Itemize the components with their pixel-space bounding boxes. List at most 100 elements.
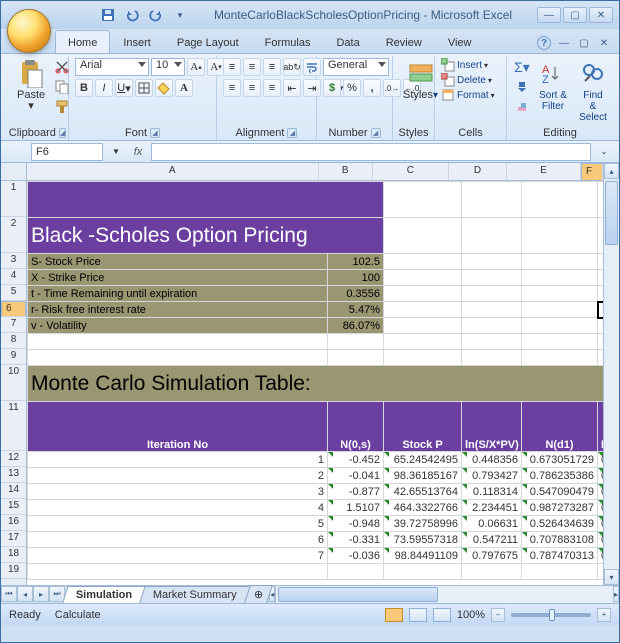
- fill-color-button[interactable]: [155, 79, 173, 97]
- percent-format-button[interactable]: %: [343, 79, 361, 97]
- tab-review[interactable]: Review: [373, 30, 435, 53]
- row-header[interactable]: 15: [1, 499, 26, 515]
- fx-icon[interactable]: fx: [129, 143, 147, 161]
- close-workbook-icon[interactable]: ✕: [597, 36, 611, 50]
- italic-button[interactable]: I: [95, 79, 113, 97]
- zoom-slider[interactable]: [511, 613, 591, 617]
- insert-cells-button[interactable]: Insert▾: [441, 58, 495, 72]
- view-normal-button[interactable]: [385, 608, 403, 622]
- orientation-button[interactable]: ab↻: [283, 58, 301, 76]
- maximize-button[interactable]: ▢: [563, 7, 587, 23]
- clipboard-dialog-launcher[interactable]: ◢: [59, 128, 66, 138]
- font-name-selector[interactable]: Arial: [75, 58, 149, 76]
- decrease-indent-button[interactable]: ⇤: [283, 79, 301, 97]
- row-header[interactable]: 14: [1, 483, 26, 499]
- tab-insert[interactable]: Insert: [110, 30, 164, 53]
- namebox-dropdown[interactable]: ▼: [107, 143, 125, 161]
- sort-filter-button[interactable]: AZ Sort & Filter: [535, 58, 571, 114]
- view-page-layout-button[interactable]: [409, 608, 427, 622]
- number-dialog-launcher[interactable]: ◢: [371, 128, 381, 138]
- align-middle-button[interactable]: ≡: [243, 58, 261, 76]
- accounting-format-button[interactable]: $: [323, 79, 341, 97]
- column-header[interactable]: F: [581, 163, 603, 181]
- number-format-selector[interactable]: General: [323, 58, 389, 76]
- minimize-ribbon-icon[interactable]: —: [557, 36, 571, 50]
- scroll-up-button[interactable]: ▴: [604, 163, 619, 179]
- font-color-button[interactable]: A: [175, 79, 193, 97]
- column-header[interactable]: A: [27, 163, 319, 180]
- row-header[interactable]: 17: [1, 531, 26, 547]
- align-center-button[interactable]: ≡: [243, 79, 261, 97]
- restore-workbook-icon[interactable]: ▢: [577, 36, 591, 50]
- column-header[interactable]: C: [373, 163, 449, 180]
- align-top-button[interactable]: ≡: [223, 58, 241, 76]
- grow-font-button[interactable]: A▴: [187, 58, 205, 76]
- vertical-scrollbar[interactable]: ▴ ▾: [603, 163, 619, 585]
- row-header[interactable]: 10: [1, 365, 26, 401]
- underline-button[interactable]: U▾: [115, 79, 133, 97]
- tab-data[interactable]: Data: [323, 30, 372, 53]
- name-box[interactable]: [31, 143, 103, 161]
- redo-icon[interactable]: [147, 6, 165, 24]
- alignment-dialog-launcher[interactable]: ◢: [287, 128, 297, 138]
- row-header[interactable]: 5: [1, 285, 26, 301]
- paste-button[interactable]: Paste ▾: [13, 58, 49, 114]
- tab-home[interactable]: Home: [55, 30, 110, 53]
- column-header[interactable]: D: [449, 163, 507, 180]
- undo-icon[interactable]: [123, 6, 141, 24]
- row-header[interactable]: 2: [1, 217, 26, 253]
- row-header[interactable]: 6: [1, 301, 26, 317]
- border-button[interactable]: [135, 79, 153, 97]
- select-all-corner[interactable]: [1, 163, 26, 181]
- scroll-thumb[interactable]: [605, 181, 618, 245]
- row-header[interactable]: 9: [1, 349, 26, 365]
- sheet-tab-simulation[interactable]: Simulation: [62, 586, 146, 603]
- format-cells-button[interactable]: Format▾: [441, 88, 495, 102]
- minimize-button[interactable]: —: [537, 7, 561, 23]
- qat-customize-icon[interactable]: ▾: [171, 6, 189, 24]
- row-header[interactable]: 1: [1, 181, 26, 217]
- tab-page-layout[interactable]: Page Layout: [164, 30, 252, 53]
- row-header[interactable]: 7: [1, 317, 26, 333]
- row-header[interactable]: 13: [1, 467, 26, 483]
- tab-view[interactable]: View: [435, 30, 485, 53]
- tab-first-button[interactable]: ⏮: [1, 586, 17, 602]
- bold-button[interactable]: B: [75, 79, 93, 97]
- zoom-out-button[interactable]: −: [491, 608, 505, 622]
- column-header[interactable]: E: [507, 163, 581, 180]
- row-header[interactable]: 3: [1, 253, 26, 269]
- clear-button[interactable]: [513, 98, 531, 116]
- row-header[interactable]: 8: [1, 333, 26, 349]
- align-bottom-button[interactable]: ≡: [263, 58, 281, 76]
- row-header[interactable]: 19: [1, 563, 26, 579]
- scroll-down-button[interactable]: ▾: [604, 569, 619, 585]
- tab-formulas[interactable]: Formulas: [252, 30, 324, 53]
- zoom-in-button[interactable]: +: [597, 608, 611, 622]
- column-header[interactable]: B: [319, 163, 373, 180]
- row-header[interactable]: 11: [1, 401, 26, 451]
- delete-cells-button[interactable]: Delete▾: [441, 73, 495, 87]
- cells-table[interactable]: Black -Scholes Option Pricing S- Stock P…: [27, 181, 603, 580]
- row-header[interactable]: 16: [1, 515, 26, 531]
- save-icon[interactable]: [99, 6, 117, 24]
- help-icon[interactable]: ?: [537, 36, 551, 50]
- align-right-button[interactable]: ≡: [263, 79, 281, 97]
- row-header[interactable]: 18: [1, 547, 26, 563]
- close-button[interactable]: ✕: [589, 7, 613, 23]
- autosum-button[interactable]: Σ▾: [513, 58, 531, 76]
- view-page-break-button[interactable]: [433, 608, 451, 622]
- align-left-button[interactable]: ≡: [223, 79, 241, 97]
- hscroll-thumb[interactable]: [278, 587, 438, 602]
- row-header[interactable]: 4: [1, 269, 26, 285]
- zoom-knob[interactable]: [549, 609, 555, 621]
- comma-format-button[interactable]: ,: [363, 79, 381, 97]
- office-button[interactable]: [7, 9, 51, 53]
- sheet-tab-market-summary[interactable]: Market Summary: [139, 586, 250, 603]
- formula-input[interactable]: [151, 143, 591, 161]
- tab-next-button[interactable]: ▸: [33, 586, 49, 602]
- font-dialog-launcher[interactable]: ◢: [150, 128, 160, 138]
- expand-formula-bar[interactable]: ⌄: [595, 143, 613, 161]
- scroll-right-button[interactable]: ▸: [613, 586, 619, 602]
- tab-prev-button[interactable]: ◂: [17, 586, 33, 602]
- cell-grid[interactable]: A B C D E F Black -Scholes Option Pricin…: [27, 163, 603, 585]
